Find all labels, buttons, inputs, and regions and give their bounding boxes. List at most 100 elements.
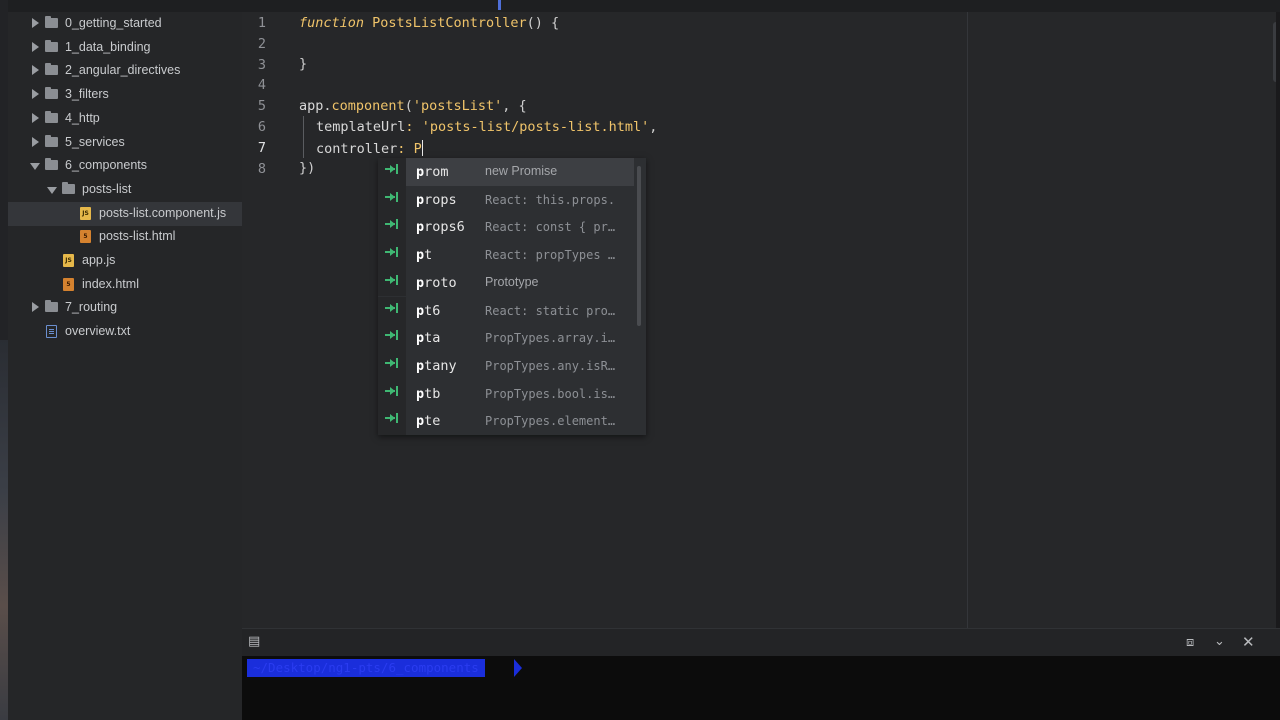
tree-item-label: overview.txt bbox=[65, 324, 131, 339]
chevron-right-icon[interactable] bbox=[32, 302, 39, 313]
tree-item-label: 4_http bbox=[65, 110, 100, 125]
autocomplete-description: PropTypes.bool.is… bbox=[485, 386, 616, 401]
folder-icon bbox=[45, 300, 58, 313]
snippet-icon bbox=[385, 413, 398, 424]
autocomplete-item[interactable]: pt React: propTypes … bbox=[378, 241, 634, 269]
chevron-right-icon[interactable] bbox=[32, 112, 39, 123]
match-highlight: p bbox=[416, 385, 425, 402]
autocomplete-item[interactable]: prom new Promise bbox=[378, 158, 634, 186]
tree-item-label: 7_routing bbox=[65, 300, 118, 315]
colon-token: : bbox=[405, 119, 414, 135]
function-name-token: PostsListController bbox=[372, 15, 527, 31]
tree-item[interactable]: 7_routing bbox=[8, 296, 242, 320]
chevron-right-icon[interactable] bbox=[32, 89, 39, 100]
snippet-type-badge bbox=[378, 185, 406, 214]
autocomplete-word: ptb bbox=[416, 385, 441, 402]
chevron-right-icon[interactable] bbox=[32, 41, 39, 52]
chevron-down-icon[interactable] bbox=[30, 163, 40, 171]
tree-item-label: 1_data_binding bbox=[65, 39, 151, 54]
js-file-icon: JS bbox=[80, 206, 91, 220]
html-file-icon: 5 bbox=[63, 277, 74, 291]
html-file-icon: 5 bbox=[80, 230, 91, 244]
folder-icon bbox=[45, 110, 58, 123]
line-number: 8 bbox=[257, 160, 266, 177]
tree-item[interactable]: 5_services bbox=[8, 131, 242, 155]
autocomplete-item[interactable]: proto Prototype bbox=[378, 268, 634, 297]
autocomplete-item[interactable]: pt6 React: static pro… bbox=[378, 296, 634, 325]
punctuation-token: , { bbox=[502, 98, 527, 114]
snippet-icon bbox=[385, 357, 398, 368]
autocomplete-word: proto bbox=[416, 274, 457, 291]
chevron-right-icon[interactable] bbox=[32, 18, 39, 28]
tree-item[interactable]: 5 posts-list.html bbox=[8, 225, 242, 249]
autocomplete-scrollbar[interactable] bbox=[637, 166, 641, 326]
terminal-panel[interactable]: ~/Desktop/ng1-pts/6_components bbox=[242, 656, 1280, 720]
close-icon[interactable]: ✕ bbox=[1242, 635, 1255, 650]
text-file-icon bbox=[46, 325, 57, 339]
tab-bar-strip bbox=[8, 0, 1280, 12]
tree-item[interactable]: 3_filters bbox=[8, 83, 242, 107]
colon-token: : bbox=[397, 141, 406, 157]
autocomplete-item[interactable]: props6 React: const { pr… bbox=[378, 213, 634, 242]
autocomplete-word: props6 bbox=[416, 219, 465, 236]
tree-item[interactable]: 0_getting_started bbox=[8, 12, 242, 36]
typed-text-token: P bbox=[413, 141, 422, 157]
tree-item[interactable]: JS posts-list.component.js bbox=[8, 201, 242, 226]
tree-item[interactable]: 6_components bbox=[8, 154, 242, 178]
terminal-icon[interactable]: ▤ bbox=[248, 635, 260, 649]
punctuation-token: . bbox=[323, 98, 332, 114]
snippet-type-badge bbox=[378, 324, 406, 352]
match-highlight: p bbox=[416, 413, 425, 430]
code-line-6[interactable]: templateUrl: 'posts-list/posts-list.html… bbox=[316, 119, 657, 135]
chevron-right-icon[interactable] bbox=[32, 136, 39, 147]
maximize-icon[interactable]: ⧈ bbox=[1186, 636, 1194, 650]
folder-icon bbox=[45, 158, 58, 171]
code-line-5[interactable]: app.component('postsList', { bbox=[299, 98, 527, 114]
snippet-type-badge bbox=[378, 268, 406, 297]
line-number: 7 bbox=[257, 139, 266, 156]
line-number: 6 bbox=[257, 119, 266, 135]
punctuation-token: } bbox=[299, 56, 308, 72]
autocomplete-menu[interactable]: prom new Promise props React: this.props. pr… bbox=[378, 158, 646, 435]
tree-item[interactable]: 5 index.html bbox=[8, 273, 242, 297]
code-line-7[interactable]: controller: P bbox=[316, 140, 423, 157]
autocomplete-item[interactable]: ptb PropTypes.bool.is… bbox=[378, 379, 634, 408]
match-highlight: p bbox=[416, 302, 425, 319]
autocomplete-description: React: const { pr… bbox=[485, 220, 616, 235]
text-cursor bbox=[421, 140, 423, 156]
folder-icon bbox=[62, 181, 75, 194]
autocomplete-item[interactable]: ptany PropTypes.any.isR… bbox=[378, 351, 634, 380]
tree-item[interactable]: 4_http bbox=[8, 107, 242, 131]
code-line-8[interactable]: }) bbox=[299, 160, 315, 176]
autocomplete-item[interactable]: props React: this.props. bbox=[378, 185, 634, 214]
autocomplete-item[interactable]: pta PropTypes.array.i… bbox=[378, 324, 634, 352]
tree-view[interactable]: 0_getting_started 1_data_binding 2_angular… bbox=[8, 12, 242, 720]
autocomplete-word: pt bbox=[416, 247, 433, 264]
snippet-type-badge bbox=[378, 351, 406, 380]
tree-item[interactable]: posts-list bbox=[8, 178, 242, 202]
chevron-down-icon[interactable] bbox=[47, 186, 57, 194]
tree-item[interactable]: 1_data_binding bbox=[8, 36, 242, 60]
autocomplete-description: React: propTypes … bbox=[485, 248, 616, 263]
autocomplete-description: PropTypes.element… bbox=[485, 414, 616, 429]
tree-item-label: 6_components bbox=[65, 158, 148, 173]
snippet-icon bbox=[385, 247, 398, 258]
code-line-1[interactable]: function PostsListController() { bbox=[299, 15, 559, 31]
chevron-down-icon[interactable]: ⌄ bbox=[1214, 635, 1225, 649]
match-highlight: p bbox=[416, 164, 425, 180]
snippet-type-badge bbox=[378, 407, 406, 435]
autocomplete-item[interactable]: pte PropTypes.element… bbox=[378, 407, 634, 435]
tree-item-label: 3_filters bbox=[65, 87, 109, 102]
autocomplete-word: prom bbox=[416, 164, 449, 180]
desktop-edge bbox=[0, 0, 8, 720]
tree-item[interactable]: overview.txt bbox=[8, 320, 242, 344]
tree-item-label: index.html bbox=[82, 276, 139, 291]
keyword-token: function bbox=[299, 15, 365, 31]
tree-item[interactable]: 2_angular_directives bbox=[8, 59, 242, 83]
property-key-token: templateUrl bbox=[316, 119, 406, 135]
tree-item[interactable]: JS app.js bbox=[8, 249, 242, 273]
autocomplete-description: React: static pro… bbox=[485, 303, 616, 318]
snippet-icon bbox=[385, 385, 398, 396]
chevron-right-icon[interactable] bbox=[32, 65, 39, 76]
code-line-3[interactable]: } bbox=[299, 56, 307, 72]
